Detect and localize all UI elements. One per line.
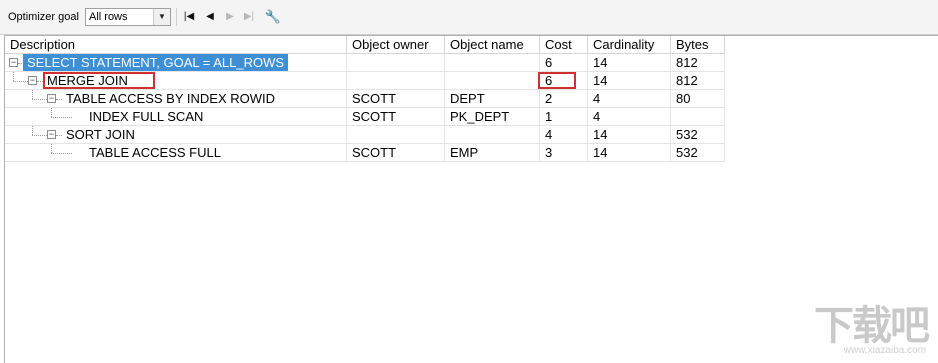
bytes-cell: 532 — [671, 126, 725, 144]
toolbar: Optimizer goal All rows ▼ |◀ ◀ ▶ ▶| 🔧 — [0, 0, 938, 35]
table-row[interactable]: − SORT JOIN 4 14 532 — [5, 126, 725, 144]
cardinality-cell: 14 — [588, 144, 671, 162]
collapse-node-icon[interactable]: − — [47, 94, 56, 103]
owner-cell: SCOTT — [347, 108, 445, 126]
toolbar-separator — [176, 8, 177, 26]
tree-line — [51, 153, 72, 154]
column-bytes-header[interactable]: Bytes — [671, 36, 725, 54]
cardinality-cell: 4 — [588, 108, 671, 126]
cardinality-cell: 4 — [588, 90, 671, 108]
owner-cell — [347, 126, 445, 144]
first-record-icon[interactable]: |◀ — [180, 8, 198, 26]
collapse-node-icon[interactable]: − — [28, 76, 37, 85]
cardinality-cell: 14 — [588, 126, 671, 144]
name-cell — [445, 72, 540, 90]
name-cell: PK_DEPT — [445, 108, 540, 126]
plan-step-label: INDEX FULL SCAN — [89, 109, 204, 124]
name-cell: EMP — [445, 144, 540, 162]
table-row[interactable]: INDEX FULL SCAN SCOTT PK_DEPT 1 4 — [5, 108, 725, 126]
plan-step-label: TABLE ACCESS BY INDEX ROWID — [66, 91, 276, 106]
owner-cell — [347, 54, 445, 72]
tree-line — [32, 135, 47, 136]
column-owner-header[interactable]: Object owner — [347, 36, 445, 54]
collapse-node-icon[interactable]: − — [9, 58, 18, 67]
column-name-header[interactable]: Object name — [445, 36, 540, 54]
description-cell: − SORT JOIN — [5, 126, 347, 144]
bytes-cell: 80 — [671, 90, 725, 108]
column-cost-header[interactable]: Cost — [540, 36, 588, 54]
bytes-cell: 812 — [671, 72, 725, 90]
table-row[interactable]: TABLE ACCESS FULL SCOTT EMP 3 14 532 — [5, 144, 725, 162]
plan-step-label: SELECT STATEMENT, GOAL = ALL_ROWS — [23, 54, 289, 71]
description-cell: − TABLE ACCESS BY INDEX ROWID — [5, 90, 347, 108]
tree-line — [51, 117, 72, 118]
optimizer-goal-select[interactable]: All rows ▼ — [85, 8, 171, 26]
watermark-logo: 下载吧 www.xiazaiba.com — [796, 304, 930, 356]
table-row[interactable]: − SELECT STATEMENT, GOAL = ALL_ROWS 6 14 812 — [5, 54, 725, 72]
tree-line — [13, 81, 28, 82]
cardinality-cell: 14 — [588, 72, 671, 90]
bytes-cell: 812 — [671, 54, 725, 72]
name-cell — [445, 54, 540, 72]
table-row[interactable]: − TABLE ACCESS BY INDEX ROWID SCOTT DEPT 2 4 8… — [5, 90, 725, 108]
table-row[interactable]: − MERGE JOIN 6 14 812 — [5, 72, 725, 90]
tree-line — [32, 126, 33, 135]
cost-cell: 6 — [540, 54, 588, 72]
tree-line — [56, 99, 62, 100]
plan-step-label: TABLE ACCESS FULL — [89, 145, 221, 160]
column-description-header[interactable]: Description — [5, 36, 347, 54]
optimizer-goal-label: Optimizer goal — [8, 11, 79, 23]
description-cell: TABLE ACCESS FULL — [5, 144, 347, 162]
description-cell: − SELECT STATEMENT, GOAL = ALL_ROWS — [5, 54, 347, 72]
collapse-node-icon[interactable]: − — [47, 130, 56, 139]
column-cardinality-header[interactable]: Cardinality — [588, 36, 671, 54]
tree-line — [56, 135, 62, 136]
tree-line — [32, 90, 33, 99]
tree-line — [51, 144, 52, 153]
name-cell: DEPT — [445, 90, 540, 108]
owner-cell: SCOTT — [347, 90, 445, 108]
wrench-icon[interactable]: 🔧 — [264, 8, 282, 26]
bytes-cell: 532 — [671, 144, 725, 162]
name-cell — [445, 126, 540, 144]
owner-cell: SCOTT — [347, 144, 445, 162]
cost-cell: 2 — [540, 90, 588, 108]
cost-cell: 3 — [540, 144, 588, 162]
tree-line — [51, 108, 52, 117]
cardinality-cell: 14 — [588, 54, 671, 72]
cost-cell: 4 — [540, 126, 588, 144]
optimizer-goal-value: All rows — [89, 11, 128, 23]
watermark-url: www.xiazaiba.com — [843, 345, 926, 356]
tree-line — [32, 99, 47, 100]
last-record-icon[interactable]: ▶| — [240, 8, 258, 26]
description-cell: INDEX FULL SCAN — [5, 108, 347, 126]
owner-cell — [347, 72, 445, 90]
chevron-down-icon: ▼ — [153, 9, 170, 25]
tree-line — [37, 81, 43, 82]
tree-line — [13, 72, 14, 81]
next-record-icon[interactable]: ▶ — [221, 8, 239, 26]
cost-cell: 6 — [540, 72, 588, 90]
plan-step-label: SORT JOIN — [66, 127, 135, 142]
watermark-main: 下载吧 — [814, 304, 930, 348]
previous-record-icon[interactable]: ◀ — [201, 8, 219, 26]
bytes-cell — [671, 108, 725, 126]
description-cell: − MERGE JOIN — [5, 72, 347, 90]
cost-cell: 1 — [540, 108, 588, 126]
plan-step-label: MERGE JOIN — [47, 73, 128, 88]
